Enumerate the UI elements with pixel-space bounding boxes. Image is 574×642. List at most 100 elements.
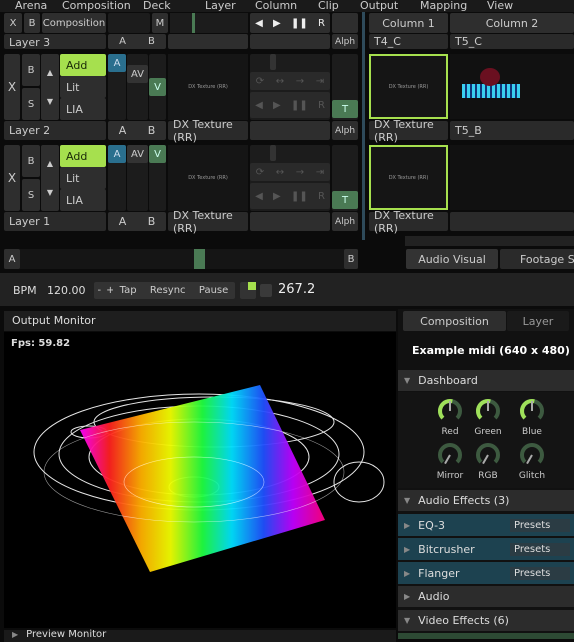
knob-green[interactable]: Green <box>470 398 506 437</box>
resync-button[interactable]: Resync <box>150 285 186 296</box>
layer-a-button[interactable]: A <box>119 215 127 228</box>
deck-tab-footage[interactable]: Footage S <box>500 249 574 269</box>
loop-icon[interactable]: ⟳ <box>256 76 264 87</box>
clip-t4c[interactable]: T4_C <box>369 34 448 49</box>
knob-blue[interactable]: Blue <box>514 398 550 437</box>
menu-mapping[interactable]: Mapping <box>420 0 467 11</box>
menu-arena[interactable]: Arena <box>15 0 47 11</box>
menu-output[interactable]: Output <box>360 0 398 11</box>
deck-scrollbar[interactable] <box>405 236 574 246</box>
video-button[interactable]: V <box>149 145 166 163</box>
play-icon[interactable]: ▶ <box>273 191 281 202</box>
column-2-button[interactable]: Column 2 <box>450 13 574 33</box>
tab-layer[interactable]: Layer <box>507 311 569 331</box>
lia-dropdown[interactable]: LIA <box>60 98 106 120</box>
prev-icon[interactable]: ◀ <box>255 18 263 29</box>
tap-button[interactable]: Tap <box>120 285 137 296</box>
pause-icon[interactable]: ❚❚ <box>291 191 308 202</box>
layer-clear-button[interactable]: X <box>4 54 20 120</box>
presets-dropdown[interactable]: Presets <box>510 542 570 556</box>
layer-solo-button[interactable]: S <box>22 179 40 211</box>
blend-mode-dropdown[interactable]: Add <box>60 145 106 167</box>
crossfader-a[interactable]: A <box>4 249 20 269</box>
video-button[interactable]: V <box>149 78 166 96</box>
av-button[interactable]: AV <box>127 145 148 163</box>
master-slider[interactable] <box>170 13 248 33</box>
move-down-icon[interactable]: ▼ <box>47 188 53 197</box>
layer-3-a-button[interactable]: A <box>119 36 126 47</box>
tab-composition[interactable]: Composition <box>403 311 506 331</box>
deck-tab-audio-visual[interactable]: Audio Visual <box>406 249 498 269</box>
layer-name[interactable]: Layer 2 <box>4 121 106 140</box>
menu-clip[interactable]: Clip <box>318 0 339 11</box>
audio-header[interactable]: ▶ Audio <box>398 586 574 607</box>
clip-thumbnail-2[interactable] <box>450 145 574 210</box>
blend-mode-dropdown[interactable]: Add <box>60 54 106 76</box>
audio-effects-header[interactable]: ▼ Audio Effects (3) <box>398 490 574 511</box>
alpha-dropdown[interactable]: Alph <box>332 212 358 231</box>
slider-handle[interactable] <box>192 13 195 33</box>
menu-composition[interactable]: Composition <box>62 0 131 11</box>
play-icon[interactable]: ▶ <box>273 100 281 111</box>
effect-eq3[interactable]: ▶ EQ-3 Presets <box>398 514 574 536</box>
comp-bypass-button[interactable]: B <box>24 13 40 33</box>
menu-deck[interactable]: Deck <box>143 0 171 11</box>
clip-t5c[interactable]: T5_C <box>450 34 574 49</box>
clip-label-2[interactable] <box>450 212 574 231</box>
composition-button[interactable]: Composition <box>42 13 106 33</box>
end-icon[interactable]: ⇥ <box>316 167 324 178</box>
layer-position-slider[interactable] <box>270 145 276 161</box>
comp-clear-button[interactable]: X <box>4 13 22 33</box>
bounce-icon[interactable]: ↔ <box>276 76 284 87</box>
crossfader[interactable]: A B <box>4 249 358 269</box>
layer-name[interactable]: Layer 1 <box>4 212 106 231</box>
clip-thumbnail[interactable]: DX Texture (RR) <box>369 54 448 119</box>
lia-dropdown[interactable]: LIA <box>60 189 106 211</box>
column-1-button[interactable]: Column 1 <box>369 13 448 33</box>
restart-icon[interactable]: R <box>318 191 325 202</box>
effect-flanger[interactable]: ▶ Flanger Presets <box>398 562 574 584</box>
audio-button[interactable]: A <box>108 145 126 163</box>
clip-label[interactable]: DX Texture (RR) <box>369 209 448 235</box>
layer-a-button[interactable]: A <box>119 124 127 137</box>
av-button[interactable]: AV <box>127 65 148 83</box>
end-icon[interactable]: ⇥ <box>316 76 324 87</box>
move-up-icon[interactable]: ▲ <box>47 68 53 77</box>
move-up-icon[interactable]: ▲ <box>47 159 53 168</box>
dashboard-header[interactable]: ▼ Dashboard <box>398 370 574 391</box>
video-effect-row[interactable] <box>398 633 574 639</box>
forward-icon[interactable]: → <box>296 76 304 87</box>
lit-dropdown[interactable]: Lit <box>60 167 106 189</box>
layer-clear-button[interactable]: X <box>4 145 20 211</box>
clip-label[interactable]: DX Texture (RR) <box>369 118 448 144</box>
crossfader-b[interactable]: B <box>344 249 358 269</box>
layer-3-alpha[interactable]: Alph <box>332 34 358 49</box>
alpha-dropdown[interactable]: Alph <box>332 121 358 140</box>
pause-icon[interactable]: ❚❚ <box>291 18 308 29</box>
menu-view[interactable]: View <box>487 0 513 11</box>
menu-column[interactable]: Column <box>255 0 297 11</box>
bpm-minus[interactable]: - <box>98 285 102 296</box>
knob-rgb[interactable]: RGB <box>470 442 506 481</box>
prev-icon[interactable]: ◀ <box>255 100 263 111</box>
prev-icon[interactable]: ◀ <box>255 191 263 202</box>
lit-dropdown[interactable]: Lit <box>60 76 106 98</box>
knob-mirror[interactable]: Mirror <box>432 442 468 481</box>
presets-dropdown[interactable]: Presets <box>510 566 570 580</box>
move-down-icon[interactable]: ▼ <box>47 97 53 106</box>
bounce-icon[interactable]: ↔ <box>276 167 284 178</box>
play-icon[interactable]: ▶ <box>273 18 281 29</box>
pause-button[interactable]: Pause <box>199 285 228 296</box>
preview-monitor-header[interactable]: ▶ Preview Monitor <box>4 630 396 642</box>
video-effects-header[interactable]: ▼ Video Effects (6) <box>398 610 574 631</box>
menu-layer[interactable]: Layer <box>205 0 236 11</box>
layer-position-slider[interactable] <box>270 54 276 70</box>
transition-button[interactable]: T <box>332 191 358 209</box>
transition-button[interactable]: T <box>332 100 358 118</box>
clip-thumbnail-2[interactable] <box>450 54 574 119</box>
layer-b-button[interactable]: B <box>148 124 156 137</box>
loop-icon[interactable]: ⟳ <box>256 167 264 178</box>
restart-icon[interactable]: R <box>318 100 325 111</box>
master-button[interactable]: M <box>152 13 168 33</box>
presets-dropdown[interactable]: Presets <box>510 518 570 532</box>
